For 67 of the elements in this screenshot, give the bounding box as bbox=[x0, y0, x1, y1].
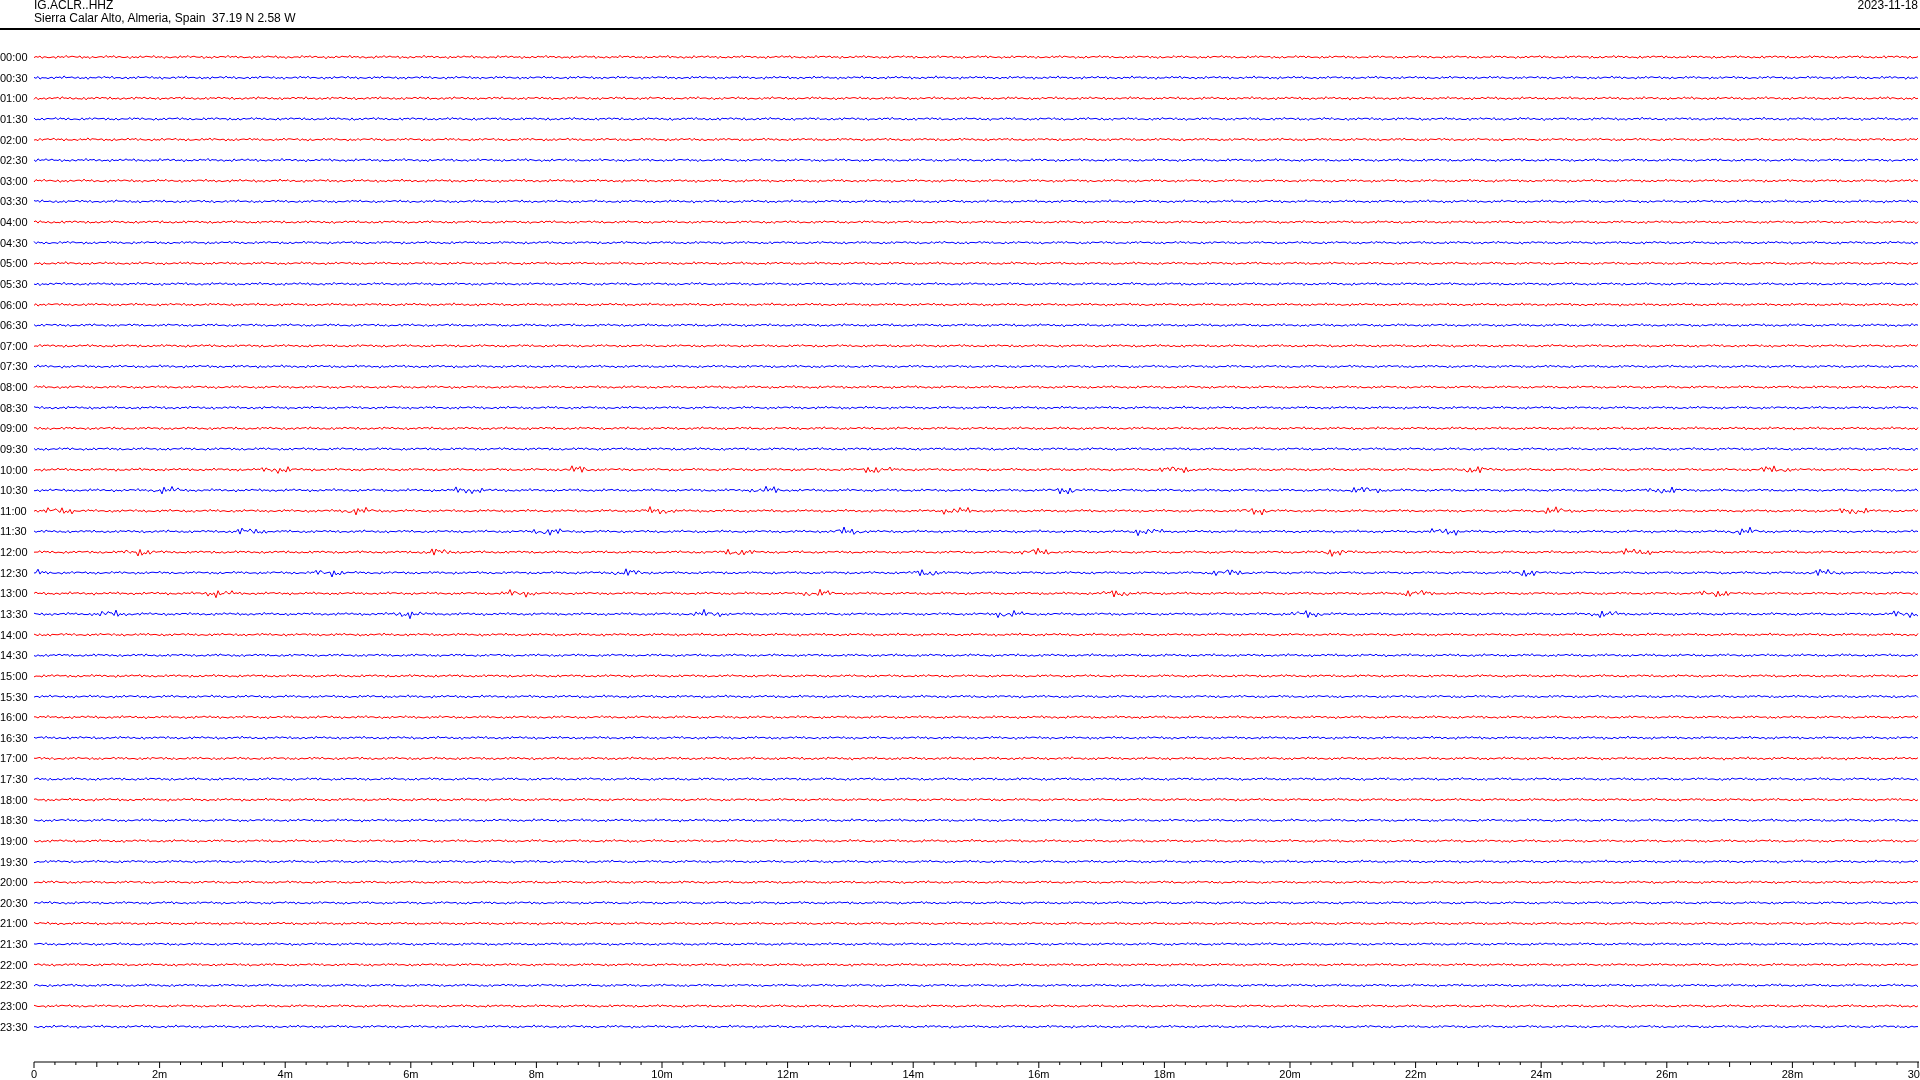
axis-tick-label: 14m bbox=[902, 1068, 924, 1078]
time-label: 11:00 bbox=[0, 504, 27, 517]
time-label: 20:00 bbox=[0, 876, 28, 889]
date-label: 2023-11-18 bbox=[1857, 0, 1918, 12]
time-label: 19:00 bbox=[0, 834, 28, 847]
time-label: 05:00 bbox=[0, 257, 28, 270]
time-label: 02:30 bbox=[0, 154, 28, 167]
time-label: 13:30 bbox=[0, 608, 28, 620]
time-label: 03:30 bbox=[0, 195, 28, 208]
time-label: 16:00 bbox=[0, 711, 28, 724]
axis-tick-label: 4m bbox=[277, 1068, 293, 1078]
station-code: IG.ACLR..HHZ bbox=[34, 0, 115, 12]
time-label: 22:00 bbox=[0, 958, 28, 971]
time-label: 14:30 bbox=[0, 649, 28, 662]
time-label: 23:30 bbox=[0, 1020, 28, 1033]
time-label: 04:00 bbox=[0, 216, 28, 229]
axis-tick-label: 30 bbox=[1907, 1068, 1920, 1078]
axis-tick-label: 2m bbox=[151, 1068, 168, 1078]
axis-tick-label: 6m bbox=[403, 1068, 419, 1078]
time-label: 14:00 bbox=[0, 628, 28, 641]
time-label: 07:00 bbox=[0, 339, 28, 352]
time-label: 12:30 bbox=[0, 566, 28, 579]
time-label: 01:00 bbox=[0, 92, 28, 105]
axis-tick-label: 8m bbox=[528, 1068, 545, 1078]
time-label: 09:00 bbox=[0, 422, 28, 435]
time-label: 05:30 bbox=[0, 277, 28, 290]
time-label: 09:30 bbox=[0, 442, 28, 455]
time-label: 06:30 bbox=[0, 319, 28, 332]
time-label: 08:00 bbox=[0, 381, 28, 394]
time-label: 04:30 bbox=[0, 236, 28, 249]
time-label: 10:30 bbox=[0, 484, 28, 497]
time-label: 02:00 bbox=[0, 133, 28, 146]
time-label: 07:30 bbox=[0, 360, 28, 373]
time-label: 17:00 bbox=[0, 752, 28, 765]
time-label: 13:00 bbox=[0, 587, 28, 600]
station-location: Sierra Calar Alto, Almeria, Spain 37.19 N 2.58 W bbox=[34, 12, 296, 25]
time-label: 10:00 bbox=[0, 463, 28, 476]
axis-tick-label: 26m bbox=[1656, 1068, 1678, 1078]
axis-tick-label: 18m bbox=[1153, 1068, 1176, 1078]
time-label: 03:00 bbox=[0, 174, 28, 187]
time-label: 22:30 bbox=[0, 979, 28, 992]
axis-tick-label: 20m bbox=[1279, 1068, 1301, 1078]
time-label: 15:30 bbox=[0, 690, 28, 703]
time-label: 11:30 bbox=[0, 525, 27, 538]
time-label: 06:00 bbox=[0, 298, 28, 311]
time-label: 12:00 bbox=[0, 546, 28, 559]
axis-tick-label: 28m bbox=[1781, 1068, 1804, 1078]
time-label: 00:00 bbox=[0, 51, 28, 63]
time-label: 19:30 bbox=[0, 855, 28, 868]
time-label: 01:30 bbox=[0, 112, 28, 125]
time-label: 21:00 bbox=[0, 917, 28, 930]
time-label: 18:30 bbox=[0, 814, 28, 827]
axis-tick-label: 16m bbox=[1028, 1068, 1050, 1078]
time-label: 08:30 bbox=[0, 401, 28, 414]
time-label: 16:30 bbox=[0, 731, 28, 744]
axis-tick-label: 10m bbox=[651, 1068, 673, 1078]
axis-tick-label: 0 bbox=[31, 1068, 38, 1078]
axis-tick-label: 22m bbox=[1404, 1068, 1427, 1078]
time-label: 18:00 bbox=[0, 793, 28, 806]
time-label: 23:00 bbox=[0, 1000, 28, 1012]
axis-tick-label: 24m bbox=[1530, 1068, 1552, 1078]
time-label: 20:30 bbox=[0, 896, 28, 909]
time-label: 17:30 bbox=[0, 773, 28, 786]
time-label: 15:00 bbox=[0, 669, 28, 682]
time-label: 00:30 bbox=[0, 71, 28, 84]
time-label: 21:30 bbox=[0, 938, 28, 951]
axis-tick-label: 12m bbox=[776, 1068, 799, 1078]
